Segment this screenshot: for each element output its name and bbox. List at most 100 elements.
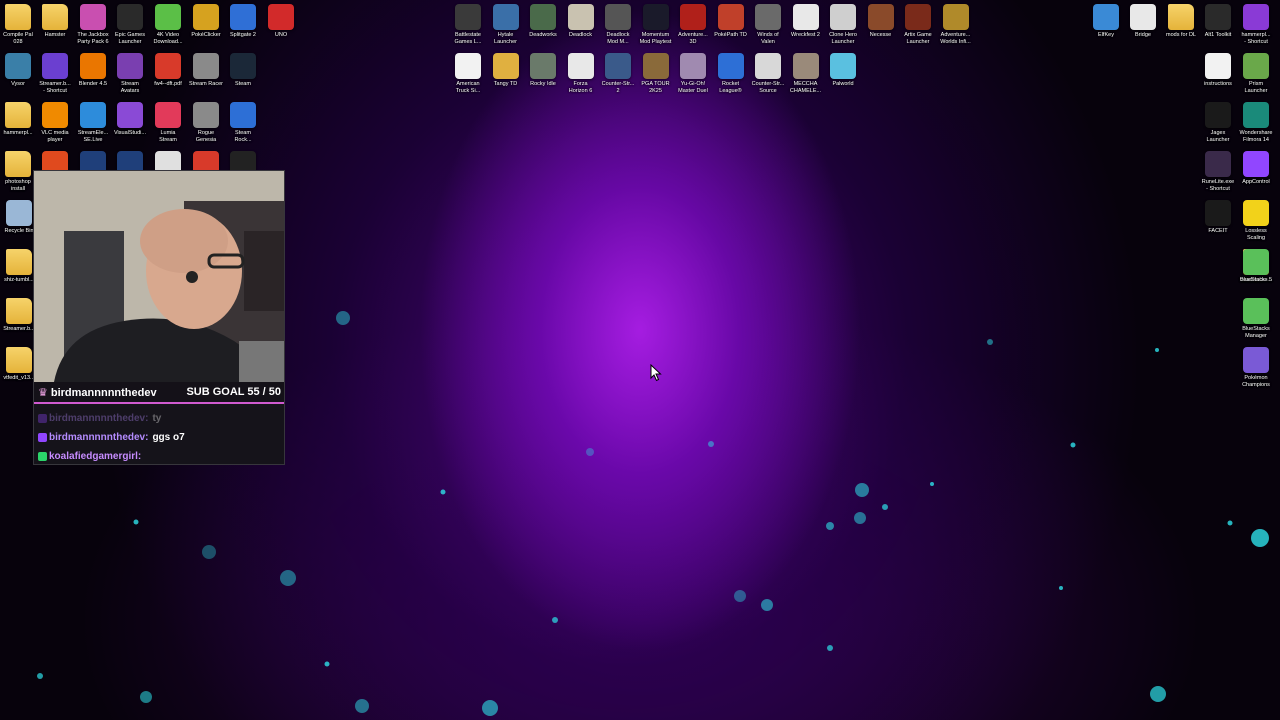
desktop-shortcut[interactable]: Battlestate Games L... [449,4,487,46]
desktop-shortcut[interactable]: Deadworks [524,4,562,39]
yugioh-icon [680,53,706,79]
clone-hero-icon [830,4,856,30]
desktop-shortcut[interactable]: Hytale Launcher [487,4,525,46]
desktop-shortcut[interactable]: fw4--dft.pdf [149,53,187,88]
desktop-shortcut[interactable]: Adventure... 3D [674,4,712,46]
vlc-icon [42,102,68,128]
desktop-shortcut-label: Blender 4.5 [78,81,108,87]
desktop-shortcut[interactable]: Stream Racer [187,53,225,88]
desktop-shortcut[interactable]: Necesse [862,4,900,39]
chat-text: ty [152,413,162,424]
desktop-shortcut-label: Rogue Genesia [195,130,217,143]
desktop-shortcut[interactable]: Lumia Stream [149,102,187,144]
desktop-shortcut[interactable]: PokéClicker [187,4,225,39]
tangy-td-icon [492,53,519,79]
desktop-shortcut[interactable]: instructions [1199,53,1237,88]
desktop-shortcut-label: Necesse [869,32,892,38]
desktop-shortcut[interactable]: Splitgate 2 [224,4,262,39]
overlay-name-bar: ♛ birdmannnnnthedev SUB GOAL 55 / 50 [34,382,284,404]
desktop-shortcut[interactable]: Bridge [1124,4,1162,39]
desktop-shortcut[interactable]: BlueStacks Manager [1237,298,1275,340]
desktop-shortcut[interactable]: Rocky Idle [524,53,562,88]
desktop-shortcut[interactable]: PokéPath TD [712,4,750,39]
desktop-shortcut-label: ElfKey [1098,32,1114,38]
desktop-shortcut[interactable]: hammerpl... - Shortcut [1237,4,1275,46]
desktop-shortcut[interactable]: Clone Hero Launcher [824,4,862,46]
folder-icon [6,298,32,324]
desktop-shortcut[interactable]: Jagex Launcher [1199,102,1237,144]
desktop-shortcut[interactable]: Compile Pal 028 [0,4,37,46]
desktop-shortcut[interactable]: Epic Games Launcher [111,4,149,46]
desktop-shortcut[interactable]: The Jackbox Party Pack 6 [74,4,112,46]
desktop-shortcut-label: Pokémon Champions [1242,375,1270,388]
desktop-shortcut[interactable]: 4K Video Download... [149,4,187,46]
desktop-shortcut[interactable]: Lossless Scaling [1237,200,1275,242]
desktop-shortcut[interactable]: MECCHA CHAMELE... [787,53,825,95]
desktop-shortcut-label: VisualStudi... [113,130,146,136]
desktop-shortcut[interactable]: hammerpl... [0,102,37,137]
desktop-shortcut-label: Hamster [44,32,66,38]
desktop-shortcut[interactable]: PGA TOUR 2K25 [637,53,675,95]
jagex-icon [1205,102,1231,128]
desktop-shortcut[interactable]: Hamster [36,4,74,39]
desktop-shortcut[interactable]: FACEIT [1199,200,1237,235]
chat-message: koalafiedgamergirl: [38,447,280,466]
desktop-shortcut-label: American Truck Si... [455,81,481,94]
desktop-shortcut[interactable]: Yu-Gi-Oh! Master Duel [674,53,712,95]
desktop-shortcut[interactable]: Adventure... Worlds Infi... [937,4,975,46]
desktop-shortcut[interactable]: photoshop install [0,151,37,193]
desktop-shortcut[interactable]: Blender 4.5 [74,53,112,88]
desktop-shortcut[interactable]: Steam [224,53,262,88]
desktop-shortcut[interactable]: Rocket League® [712,53,750,95]
desktop-shortcut[interactable]: American Truck Si... [449,53,487,95]
desktop-shortcut[interactable]: RuneLite.exe - Shortcut [1199,151,1237,193]
desktop-shortcut[interactable]: Streamer.b... - Shortcut [36,53,74,95]
desktop-shortcut[interactable]: ElfKey [1087,4,1125,39]
desktop-shortcut[interactable]: BlueStacks 5 [1237,249,1275,284]
chat-message: birdmannnnnthedev: ty [38,409,280,428]
desktop-shortcut[interactable]: VisualStudi... [111,102,149,137]
desktop-shortcut[interactable]: Wondershare Filmora 14 [1237,102,1275,144]
desktop-shortcut-label: Adventure... Worlds Infi... [940,32,971,45]
desktop-shortcut[interactable]: Palworld [824,53,862,88]
desktop-shortcut[interactable]: Winds of Valen [749,4,787,46]
desktop-shortcut[interactable]: Prism Launcher [1237,53,1275,95]
mouse-cursor-icon [650,364,662,382]
desktop-shortcut-label: Counter-Str... Source [751,81,785,94]
desktop-shortcut-label: Tangy TD [493,81,518,87]
desktop-shortcut[interactable]: Stream Avatars [111,53,149,95]
desktop-shortcut[interactable]: mods for DL [1162,4,1200,39]
desktop-shortcut[interactable]: StreamEle... SE.Live [74,102,112,144]
desktop-shortcut-label: PGA TOUR 2K25 [641,81,670,94]
bluestacks-manager-icon [1243,298,1269,324]
desktop-shortcut-label: FACEIT [1208,228,1228,234]
desktop-shortcut[interactable]: Pokémon Champions [1237,347,1275,389]
folder-icon [5,102,31,128]
desktop-shortcut[interactable]: Vysor [0,53,37,88]
desktop-shortcut[interactable]: Steam Rock... [224,102,262,144]
desktop-shortcut[interactable]: AppControl [1237,151,1275,186]
desktop-shortcut[interactable]: Rogue Genesia [187,102,225,144]
desktop-shortcut[interactable]: VLC media player [36,102,74,144]
desktop-shortcut[interactable]: UNO [262,4,300,39]
desktop-shortcut-label: photoshop install [5,179,31,192]
desktop-shortcut-label: AppControl [1242,179,1270,185]
pga-tour-icon [642,53,669,79]
desktop-shortcut[interactable]: Deadlock Mod M... [599,4,637,46]
desktop-shortcut-label: Lumia Stream [159,130,177,143]
desktop-shortcut[interactable]: Counter-Str... Source [749,53,787,95]
desktop-shortcut-label: UNO [274,32,288,38]
desktop-shortcut[interactable]: Tangy TD [487,53,525,88]
desktop-shortcut[interactable]: Artix Game Launcher [899,4,937,46]
desktop-shortcut-label: Battlestate Games L... [454,32,482,45]
desktop-shortcut[interactable]: Forza Horizon 6 [562,53,600,95]
hytale-icon [492,4,519,30]
desktop-shortcut[interactable]: Alt1 Toolkit [1199,4,1237,39]
desktop-shortcut[interactable]: Counter-Str... 2 [599,53,637,95]
desktop-shortcut[interactable]: Wreckfest 2 [787,4,825,39]
rocket-league-icon [717,53,744,79]
momentum-icon [642,4,669,30]
desktop-shortcut-label: Steam Rock... [234,130,252,143]
desktop-shortcut[interactable]: Momentum Mod Playtest [637,4,675,46]
desktop-shortcut[interactable]: Deadlock [562,4,600,39]
